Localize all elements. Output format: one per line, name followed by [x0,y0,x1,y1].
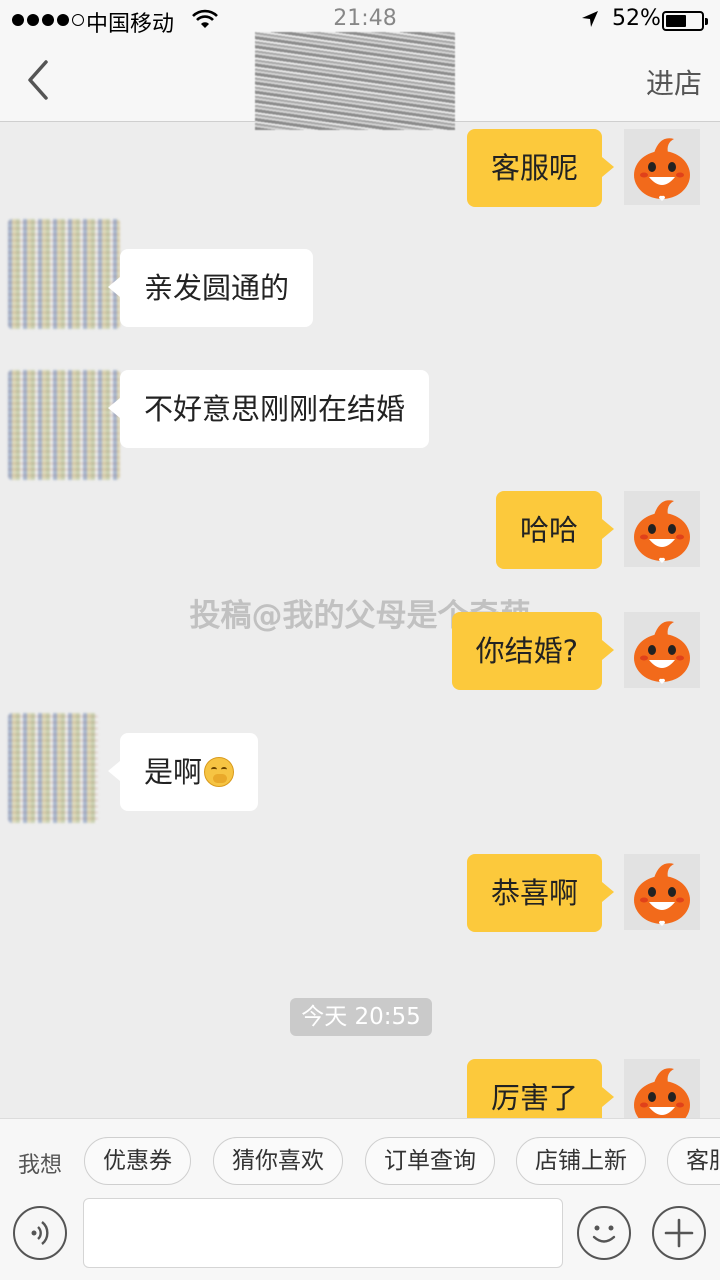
smiley-icon[interactable] [577,1206,631,1260]
incoming-bubble[interactable]: 不好意思刚刚在结婚 [107,370,430,448]
voice-icon[interactable] [13,1206,67,1260]
signal-strength-icon [12,14,84,26]
quick-reply-bar: 我想 优惠券 猜你喜欢 订单查询 店铺上新 客服 [0,1118,720,1202]
status-time: 21:48 [333,6,397,31]
battery-percent: 52% [612,6,661,31]
location-arrow-icon [580,9,600,35]
seller-avatar[interactable] [8,713,98,823]
wifi-icon [192,8,218,36]
shop-name-redacted [255,32,455,130]
mascot-avatar-icon[interactable] [624,1059,700,1118]
enter-store-button[interactable]: 进店 [646,62,702,102]
battery-icon [662,11,708,31]
outgoing-bubble[interactable]: 恭喜啊 [466,854,615,932]
carrier-name: 中国移动 [86,12,175,37]
yawning-face-emoji-icon [204,757,235,787]
outgoing-bubble[interactable]: 客服呢 [466,129,615,207]
outgoing-bubble[interactable]: 厉害了 [466,1059,615,1118]
chevron-left-icon[interactable] [20,58,60,102]
outgoing-bubble[interactable]: 你结婚? [451,612,615,690]
time-divider: 今天 20:55 [290,998,432,1036]
watermark: 投稿@我的父母是个奇葩 [189,598,531,634]
incoming-bubble[interactable]: 是啊 [107,733,259,811]
quick-chip-service[interactable]: 客服 [667,1137,720,1185]
plus-icon[interactable] [652,1206,706,1260]
mascot-avatar-icon[interactable] [624,854,700,930]
incoming-bubble[interactable]: 亲发圆通的 [107,249,314,327]
outgoing-bubble[interactable]: 哈哈 [495,491,615,569]
input-bar [0,1198,720,1280]
seller-avatar[interactable] [8,370,120,480]
mascot-avatar-icon[interactable] [624,491,700,567]
message-input[interactable] [83,1198,563,1268]
mascot-avatar-icon[interactable] [624,129,700,205]
quick-chip-coupon[interactable]: 优惠券 [84,1137,191,1185]
quick-chip-order-query[interactable]: 订单查询 [365,1137,495,1185]
chat-area[interactable]: 投稿@我的父母是个奇葩 客服呢 亲发圆通的 不好意思刚刚在结婚 哈哈 你结婚? … [0,123,720,1118]
nav-bar: 进店 [0,32,720,130]
mascot-avatar-icon[interactable] [624,612,700,688]
incoming-text: 是啊 [144,755,203,789]
quick-chip-new-arrivals[interactable]: 店铺上新 [516,1137,646,1185]
seller-avatar[interactable] [8,219,120,329]
quick-chip-recommend[interactable]: 猜你喜欢 [213,1137,343,1185]
quick-reply-label: 我想 [18,1153,63,1178]
